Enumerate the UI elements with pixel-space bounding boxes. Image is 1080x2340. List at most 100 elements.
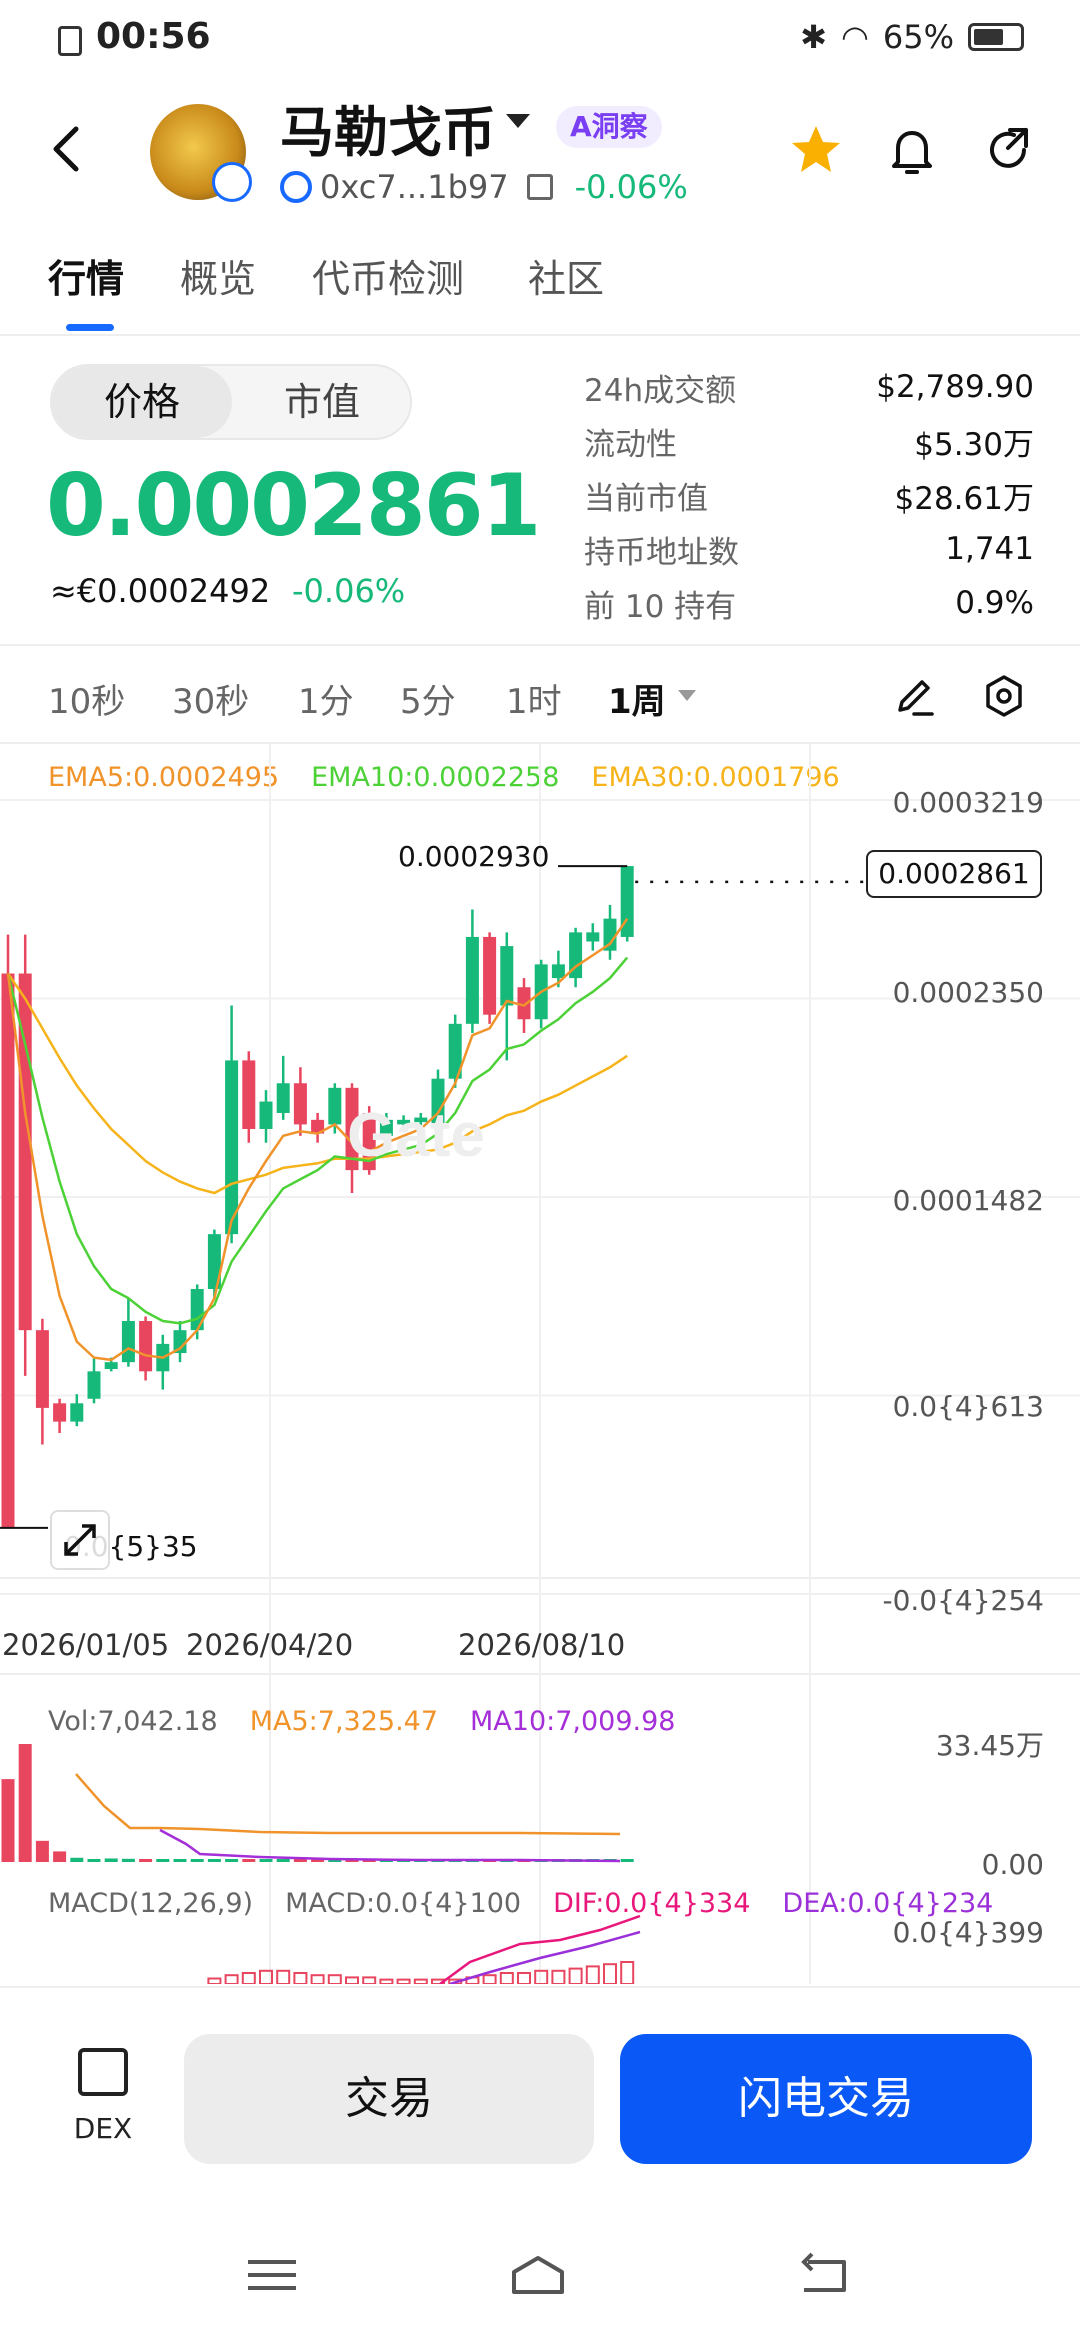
star-icon[interactable] (788, 122, 844, 178)
stat-value: 0.9% (955, 585, 1034, 621)
macd-bar (482, 1974, 497, 1984)
battery-percent: 65% (882, 18, 954, 56)
volume-min-label: 0.00 (981, 1848, 1044, 1881)
volume-bar (620, 1859, 634, 1862)
insight-badge[interactable]: A洞察 (556, 106, 662, 148)
battery-level (974, 29, 1003, 45)
candle-body (225, 1060, 239, 1235)
volume-bar (242, 1859, 256, 1862)
x-axis-date: 2026/08/10 (458, 1628, 626, 1662)
volume-max-label: 33.45万 (935, 1729, 1044, 1762)
home-icon[interactable] (508, 2250, 568, 2300)
trade-button[interactable]: 交易 (184, 2034, 594, 2164)
volume-bar (53, 1851, 67, 1862)
share-icon[interactable] (980, 122, 1036, 178)
stat-value: $5.30万 (914, 426, 1034, 463)
stat-volume: 24h成交额 $2,789.90 (584, 360, 1034, 414)
main-tabs: 行情 概览 代币检测 社区 (0, 236, 1080, 336)
toggle-market-cap[interactable]: 市值 (232, 366, 412, 438)
interval-30s[interactable]: 30秒 (172, 674, 249, 723)
stat-value: $2,789.90 (876, 369, 1034, 405)
candle-body (104, 1362, 118, 1370)
contract-address: 0xc7...1b97 (320, 168, 509, 206)
vol-ma5-label: MA5:7,325.47 (249, 1706, 439, 1737)
candle-body (139, 1321, 153, 1372)
status-time: 00:56 (96, 16, 211, 57)
tab-community[interactable]: 社区 (528, 248, 604, 303)
bell-icon[interactable] (884, 122, 940, 178)
tab-market[interactable]: 行情 (48, 248, 124, 303)
tab-overview[interactable]: 概览 (180, 248, 256, 303)
ema30-line (6, 972, 628, 1195)
interval-1m[interactable]: 1分 (298, 674, 354, 723)
stat-label: 24h成交额 (584, 372, 737, 409)
macd-legend: MACD(12,26,9) MACD:0.0{4}100 DIF:0.0{4}3… (48, 1888, 993, 1919)
interval-1h[interactable]: 1时 (506, 674, 562, 723)
candle-body (500, 946, 514, 1006)
tab-token-check[interactable]: 代币检测 (312, 248, 464, 303)
interval-1w[interactable]: 1周 (608, 674, 666, 723)
stat-label: 流动性 (584, 426, 677, 463)
macd-bar (362, 1976, 377, 1984)
macd-max-label: 0.0{4}399 (892, 1916, 1044, 1949)
token-title[interactable]: 马勒戈币 (280, 88, 496, 167)
candle-body (465, 936, 479, 1024)
y-axis-label: -0.0{4}254 (882, 1584, 1044, 1617)
dex-label: DEX (73, 2112, 133, 2145)
copy-icon[interactable] (526, 174, 553, 200)
vol-ma5-line (75, 1773, 621, 1836)
flash-trade-button[interactable]: 闪电交易 (620, 2034, 1032, 2164)
volume-bar (173, 1859, 187, 1862)
macd-bar (396, 1978, 411, 1984)
action-bar: DEX 交易 闪电交易 (0, 1986, 1080, 2206)
header-change: -0.06% (574, 168, 688, 206)
x-axis-date: 2026/01/05 (2, 1628, 170, 1662)
expand-icon[interactable] (50, 1510, 110, 1570)
candle-body (328, 1087, 342, 1125)
back-icon[interactable] (794, 2250, 854, 2300)
vol-label: Vol:7,042.18 (48, 1706, 218, 1737)
macd-bar (224, 1974, 239, 1984)
draw-pencil-icon[interactable] (890, 672, 938, 720)
dif-value: DIF:0.0{4}334 (553, 1888, 751, 1919)
volume-bar (207, 1859, 221, 1862)
chart-canvas: Gate (0, 744, 1080, 1984)
stat-market-cap: 当前市值 $28.61万 (584, 468, 1034, 522)
tab-indicator (66, 324, 114, 331)
chain-icon (280, 171, 312, 203)
candle-body (293, 1083, 307, 1125)
stat-value: 1,741 (945, 531, 1034, 567)
address-row: 0xc7...1b97 -0.06% (280, 168, 688, 206)
y-axis-label: 0.0001482 (892, 1184, 1044, 1217)
macd-bar (499, 1972, 514, 1984)
stats-panel: 24h成交额 $2,789.90 流动性 $5.30万 当前市值 $28.61万 持币… (584, 360, 1034, 630)
menu-icon[interactable] (242, 2250, 302, 2300)
y-axis-label: 0.0003219 (892, 786, 1044, 819)
volume-bar (18, 1744, 32, 1862)
macd-bar (207, 1977, 222, 1984)
dea-value: DEA:0.0{4}234 (782, 1888, 994, 1919)
interval-5m[interactable]: 5分 (400, 674, 456, 723)
candle-body (276, 1083, 290, 1113)
settings-icon[interactable] (980, 672, 1028, 720)
chevron-down-icon[interactable] (678, 690, 696, 701)
interval-10s[interactable]: 10秒 (48, 674, 125, 723)
candle-body (35, 1330, 49, 1408)
status-right: ✱ ◠ 65% (800, 18, 1024, 56)
stat-label: 持币地址数 (584, 534, 739, 571)
stat-holders: 持币地址数 1,741 (584, 522, 1034, 576)
macd-value: MACD:0.0{4}100 (285, 1888, 522, 1919)
candle-body (242, 1060, 256, 1129)
toggle-price[interactable]: 价格 (52, 366, 232, 438)
back-arrow-icon[interactable] (46, 124, 86, 174)
macd-bar (327, 1974, 342, 1984)
dex-button[interactable]: DEX (50, 2048, 156, 2145)
volume-bar (156, 1859, 170, 1862)
macd-bar (413, 1978, 428, 1984)
vol-ma10-line (159, 1828, 621, 1863)
volume-bar (87, 1859, 101, 1862)
chevron-down-icon[interactable] (506, 114, 530, 128)
macd-bar (568, 1967, 583, 1984)
price-chart[interactable]: EMA5:0.0002495 EMA10:0.0002258 EMA30:0.0… (0, 744, 1080, 1984)
interval-bar: 10秒 30秒 1分 5分 1时 1周 (0, 668, 1080, 732)
